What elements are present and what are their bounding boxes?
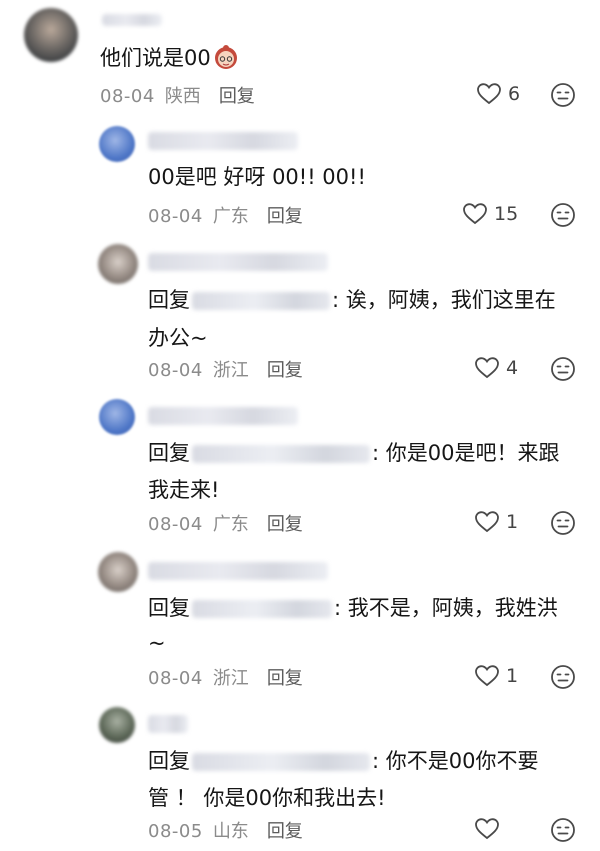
mention-blurred[interactable] (192, 445, 370, 463)
comment-6: 回复: 你不是00你不要 管 ！ 你是00你和我出去! 08-05 山东 回复 (0, 705, 600, 851)
heart-outline-icon (475, 357, 499, 379)
like-button[interactable]: 4 (474, 356, 518, 380)
heart-outline-icon (475, 665, 499, 687)
comment-meta: 08-04 浙江 回复 (148, 356, 303, 382)
comment-date: 08-05 (148, 821, 203, 842)
comment-region: 广东 (212, 514, 249, 535)
username-blurred[interactable] (148, 562, 328, 580)
comment-3: 回复: 诶，阿姨，我们这里在 办公~ 08-04 浙江 回复 4 (0, 240, 600, 395)
avatar[interactable] (98, 244, 138, 284)
reply-prefix: 回复 (148, 288, 190, 312)
mention-blurred[interactable] (192, 753, 370, 771)
like-button[interactable]: 1 (474, 664, 518, 688)
comment-region: 陕西 (164, 86, 201, 107)
comment-date: 08-04 (148, 668, 203, 689)
comment-text-line-1: 回复 : 你不是00你不要 (148, 743, 538, 779)
comment-text: 00是吧 好呀 00!! 00!! (148, 165, 366, 189)
comment-region: 广东 (212, 206, 249, 227)
comment-text-line-2: 我走来! (148, 478, 220, 502)
like-button[interactable] (474, 817, 506, 841)
heart-outline-icon (463, 203, 487, 225)
reply-prefix: 回复 (148, 441, 190, 465)
avatar[interactable] (99, 399, 135, 435)
like-button[interactable]: 15 (462, 202, 518, 226)
comment-region: 山东 (212, 821, 249, 842)
like-button[interactable]: 1 (474, 510, 518, 534)
comment-meta: 08-05 山东 回复 (148, 817, 303, 843)
meh-face-icon[interactable] (550, 82, 576, 108)
reply-prefix: 回复 (148, 596, 190, 620)
reply-button[interactable]: 回复 (267, 360, 303, 381)
comment-text-line-2: 管 ！ 你是00你和我出去! (148, 786, 386, 810)
like-count: 1 (506, 511, 519, 533)
heart-outline-icon (475, 818, 499, 840)
comment-region: 浙江 (212, 668, 249, 689)
comment-meta: 08-04 广东 回复 (148, 202, 303, 228)
comment-4: 回复: 你是00是吧！来跟 我走来! 08-04 广东 回复 1 (0, 395, 600, 550)
comment-2: 00是吧 好呀 00!! 00!! 08-04 广东 回复 15 (0, 118, 600, 238)
meh-face-icon[interactable] (550, 356, 576, 382)
username-blurred[interactable] (102, 14, 162, 26)
comment-date: 08-04 (148, 360, 203, 381)
heart-outline-icon (475, 511, 499, 533)
like-count: 4 (506, 357, 519, 379)
like-count: 1 (506, 665, 519, 687)
like-count: 6 (508, 83, 521, 105)
comment-text: : 你不是00你不要 (372, 749, 539, 773)
comment-text-line-2: 办公~ (148, 326, 208, 350)
reply-button[interactable]: 回复 (267, 668, 303, 689)
comment-1: 他们说是00 08-04 陕西 回复 6 (0, 0, 600, 115)
meh-face-icon[interactable] (550, 510, 576, 536)
comment-text-line-2: ~ (148, 631, 166, 655)
comment-meta: 08-04 广东 回复 (148, 510, 303, 536)
mention-blurred[interactable] (192, 600, 332, 618)
username-blurred[interactable] (148, 407, 298, 425)
comment-date: 08-04 (100, 86, 155, 107)
avatar[interactable] (99, 126, 135, 162)
heart-outline-icon (477, 83, 501, 105)
comment-5: 回复: 我不是，阿姨，我姓洪 ~ 08-04 浙江 回复 1 (0, 550, 600, 705)
username-blurred[interactable] (148, 132, 298, 150)
meh-face-icon[interactable] (550, 664, 576, 690)
meh-face-icon[interactable] (550, 202, 576, 228)
avatar[interactable] (99, 707, 135, 743)
comment-text: : 诶，阿姨，我们这里在 (332, 288, 556, 312)
reply-prefix: 回复 (148, 749, 190, 773)
comment-text-line-1: 回复 : 我不是，阿姨，我姓洪 (148, 590, 558, 626)
reply-button[interactable]: 回复 (267, 206, 303, 227)
comment-region: 浙江 (212, 360, 249, 381)
comment-meta: 08-04 陕西 回复 (100, 82, 255, 108)
comment-text-line-1: 回复 : 你是00是吧！来跟 (148, 435, 559, 471)
comment-text-line-1: 回复 : 诶，阿姨，我们这里在 (148, 282, 556, 318)
comment-text: : 你是00是吧！来跟 (372, 441, 560, 465)
comment-date: 08-04 (148, 206, 203, 227)
comment-text: 他们说是00 (100, 40, 239, 81)
comment-date: 08-04 (148, 514, 203, 535)
reply-button[interactable]: 回复 (219, 86, 255, 107)
reply-button[interactable]: 回复 (267, 821, 303, 842)
mention-blurred[interactable] (192, 292, 330, 310)
like-button[interactable]: 6 (476, 82, 520, 106)
comment-meta: 08-04 浙江 回复 (148, 664, 303, 690)
comment-text: : 我不是，阿姨，我姓洪 (334, 596, 558, 620)
meh-face-icon[interactable] (550, 817, 576, 843)
username-blurred[interactable] (148, 715, 188, 733)
girl-emoji-icon (213, 44, 239, 81)
username-blurred[interactable] (148, 253, 328, 271)
like-count: 15 (494, 203, 519, 225)
avatar[interactable] (24, 8, 78, 62)
reply-button[interactable]: 回复 (267, 514, 303, 535)
avatar[interactable] (98, 552, 138, 592)
